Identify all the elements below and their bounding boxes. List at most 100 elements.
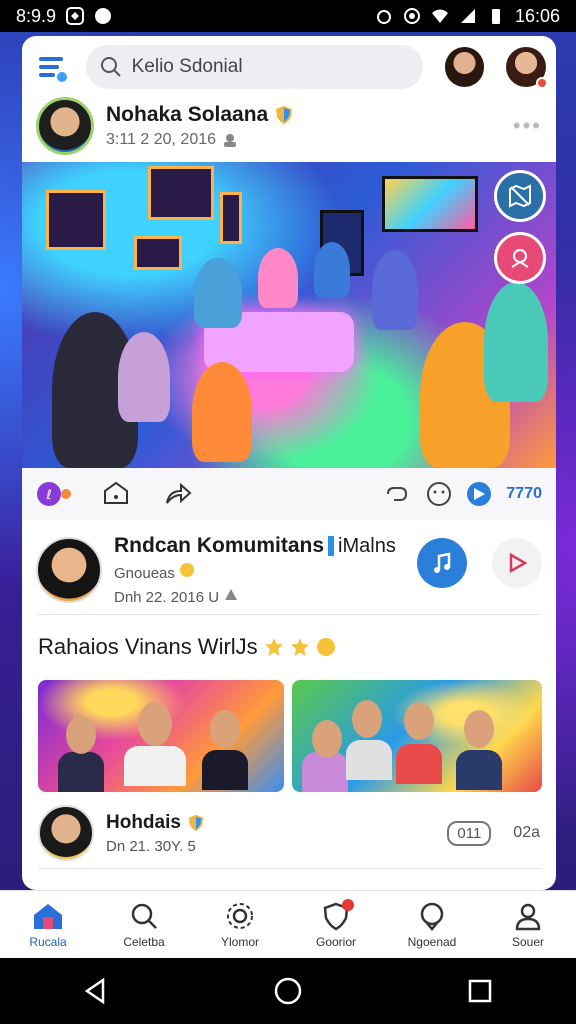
hotspot-icon	[403, 8, 420, 24]
nav-messages[interactable]: Ngoenad	[384, 891, 480, 958]
share-map-button[interactable]	[494, 170, 546, 222]
person-figure	[372, 250, 418, 330]
chat-icon	[420, 902, 444, 931]
nav-profile[interactable]: Souer	[480, 891, 576, 958]
comment-count: 02a	[513, 824, 540, 841]
recents-icon[interactable]	[465, 976, 495, 1006]
star-icon	[264, 638, 283, 656]
search-input[interactable]: Kelio Sdonial	[132, 56, 243, 78]
status-time-right: 16:06	[514, 5, 560, 26]
reaction-count: 7770	[506, 485, 542, 502]
play-button[interactable]	[492, 538, 542, 588]
play-icon	[509, 552, 528, 574]
commenter-name[interactable]: Hohdais	[106, 812, 181, 834]
location-pin-icon	[511, 249, 529, 268]
post-author-name[interactable]: Nohaka Solaana	[106, 103, 268, 127]
explore-icon	[227, 902, 253, 929]
nav-profile-label: Souer	[511, 934, 545, 949]
top-bar: Kelio Sdonial	[22, 36, 556, 98]
nav-search-label: Celetba	[123, 934, 165, 949]
divider	[38, 614, 540, 615]
nav-search[interactable]: Celetba	[96, 891, 192, 958]
share-icon	[166, 482, 192, 504]
back-icon[interactable]	[81, 976, 111, 1006]
person-figure	[118, 332, 170, 422]
more-options-button[interactable]: •••	[513, 113, 542, 139]
search-icon	[131, 903, 157, 929]
reply-count-pill[interactable]: 011	[447, 820, 492, 846]
star-icon	[290, 638, 309, 656]
nav-explore[interactable]: Ylomor	[192, 891, 288, 958]
emoji-icon[interactable]	[426, 481, 452, 507]
smile-emoji-icon	[180, 563, 195, 577]
status-bar: 8:9.9 16:06	[0, 0, 576, 32]
gallery-title-text: Rahaios Vinans WirlJs	[38, 634, 258, 659]
signal-icon	[460, 9, 475, 23]
battery-icon	[491, 9, 500, 24]
nav-messages-label: Ngoenad	[407, 934, 457, 949]
share-button[interactable]	[160, 476, 196, 512]
like-button[interactable]: ℓ	[36, 476, 72, 512]
person-figure	[314, 242, 350, 298]
nav-notifications[interactable]: Goorior	[288, 891, 384, 958]
status-time-left: 8:9.9	[16, 5, 57, 26]
bottom-navigation: Rucala Celetba Ylomor Goorior Ngoenad So…	[0, 890, 576, 958]
accent-bar	[328, 536, 335, 556]
feed-card: Kelio Sdonial Nohaka Solaana 3:11 2 20, …	[22, 36, 556, 890]
wall-tv	[382, 176, 478, 232]
commenter-avatar[interactable]	[38, 805, 94, 861]
divider	[38, 868, 540, 869]
community-subline: Gnoueas	[114, 565, 175, 582]
search-icon	[100, 57, 121, 77]
comment-button[interactable]	[98, 476, 134, 512]
music-note-icon	[434, 552, 451, 573]
comment-row: Hohdais Dn 21. 30Y. 5 011 02a	[22, 800, 556, 866]
comment-meta: Dn 21. 30Y. 5	[106, 837, 196, 855]
comment-icon	[104, 481, 128, 504]
notification-dot	[535, 77, 548, 89]
gallery-photo[interactable]	[292, 680, 542, 792]
link-icon[interactable]	[382, 482, 412, 506]
wifi-icon	[431, 9, 448, 23]
community-avatar[interactable]	[36, 537, 102, 603]
home-icon	[34, 903, 62, 929]
nav-home[interactable]: Rucala	[0, 891, 96, 958]
person-figure	[484, 282, 548, 402]
wall-poster	[220, 192, 242, 244]
circle-notification-icon	[95, 8, 112, 24]
post-timestamp: 3:11 2 20, 2016	[106, 131, 217, 148]
post-image[interactable]	[22, 162, 556, 468]
verified-shield-icon	[276, 106, 293, 124]
nav-notifications-label: Goorior	[315, 934, 356, 949]
system-navigation-bar	[0, 958, 576, 1024]
person-figure	[258, 248, 298, 308]
notification-badge	[342, 899, 354, 911]
post-actions: ℓ 7770	[22, 468, 556, 520]
home-circle-icon[interactable]	[273, 976, 303, 1006]
community-row: Rndcan Komumitans iMalns Gnoueas Dnh 22.…	[22, 520, 556, 620]
like-icon: ℓ	[37, 482, 71, 506]
nav-home-label: Rucala	[29, 934, 67, 949]
app-notification-icon	[66, 7, 85, 25]
group-icon	[225, 589, 238, 600]
profile-avatar[interactable]	[506, 47, 548, 89]
menu-button[interactable]	[32, 47, 72, 87]
post-author-avatar[interactable]	[36, 97, 94, 155]
audience-icon	[224, 134, 237, 147]
wall-poster	[46, 190, 106, 250]
alarm-icon	[376, 10, 391, 24]
smile-emoji-icon	[316, 638, 335, 656]
react-button[interactable]	[494, 232, 546, 284]
gallery-photo[interactable]	[38, 680, 284, 792]
person-figure	[194, 258, 242, 328]
community-tag: iMalns	[338, 534, 396, 557]
search-bar[interactable]: Kelio Sdonial	[85, 45, 423, 89]
person-figure	[192, 362, 252, 462]
send-icon[interactable]	[466, 481, 492, 507]
friend-avatar[interactable]	[444, 47, 485, 87]
community-title[interactable]: Rndcan Komumitans	[114, 534, 324, 558]
menu-icon	[38, 57, 67, 82]
map-icon	[509, 184, 531, 208]
community-date: Dnh 22. 2016 U	[114, 589, 220, 606]
music-button[interactable]	[417, 538, 467, 588]
